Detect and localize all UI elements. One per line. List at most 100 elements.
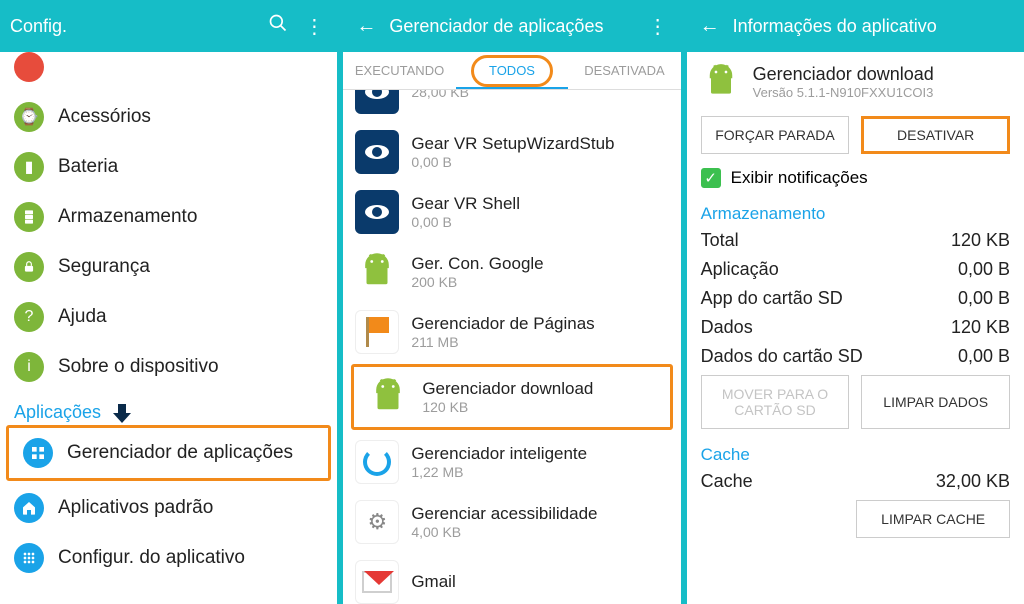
app-row-download-manager[interactable]: Gerenciador download 120 KB: [351, 364, 672, 430]
section-label-text: Aplicações: [14, 402, 101, 423]
list-item[interactable]: Armazenamento: [0, 192, 337, 242]
list-item[interactable]: Configur. do aplicativo: [0, 533, 337, 583]
app-icon: [355, 130, 399, 174]
storage-row: Aplicação 0,00 B: [687, 255, 1024, 284]
force-stop-button[interactable]: FORÇAR PARADA: [701, 116, 850, 154]
back-icon[interactable]: ←: [697, 15, 723, 38]
header: ← Gerenciador de aplicações ⋮: [343, 0, 680, 52]
lock-icon: [14, 252, 44, 282]
kv-val: 0,00 B: [958, 288, 1010, 309]
kv-val: 0,00 B: [958, 346, 1010, 367]
app-row[interactable]: 28,00 KB: [343, 90, 680, 122]
list-item[interactable]: ? Ajuda: [0, 292, 337, 342]
list-item-label: Armazenamento: [58, 206, 197, 228]
app-name: Gmail: [411, 572, 455, 592]
gmail-icon: [355, 560, 399, 604]
tab-all[interactable]: TODOS: [456, 52, 568, 89]
move-sd-button: MOVER PARA O CARTÃO SD: [701, 375, 850, 429]
card-icon: [14, 52, 44, 82]
list-item-label: Configur. do aplicativo: [58, 547, 245, 569]
list-item-label: Aplicativos padrão: [58, 497, 213, 519]
help-icon: ?: [14, 302, 44, 332]
app-name: Ger. Con. Google: [411, 254, 543, 274]
page-title: Config.: [10, 16, 255, 37]
home-icon: [14, 493, 44, 523]
kv-key: Dados: [701, 317, 753, 338]
app-name: Gear VR Shell: [411, 194, 520, 214]
spinner-icon: [355, 440, 399, 484]
kv-val: 120 KB: [951, 317, 1010, 338]
kv-key: App do cartão SD: [701, 288, 843, 309]
list-item-label: Ajuda: [58, 306, 107, 328]
list-item-label: Gerenciador de aplicações: [67, 442, 293, 464]
disable-button[interactable]: DESATIVAR: [861, 116, 1010, 154]
app-name: Gerenciar acessibilidade: [411, 504, 597, 524]
list-item-label: Segurança: [58, 256, 150, 278]
cache-row: Cache 32,00 KB: [687, 467, 1024, 496]
app-size: 200 KB: [411, 274, 543, 290]
app-list[interactable]: 28,00 KB Gear VR SetupWizardStub 0,00 B …: [343, 90, 680, 604]
kv-val: 32,00 KB: [936, 471, 1010, 492]
more-icon[interactable]: ⋮: [645, 14, 671, 39]
app-row[interactable]: Gerenciador inteligente 1,22 MB: [343, 432, 680, 492]
app-version: Versão 5.1.1-N910FXXU1COI3: [753, 85, 934, 100]
clear-cache-button[interactable]: LIMPAR CACHE: [856, 500, 1010, 538]
app-row[interactable]: ⚙ Gerenciar acessibilidade 4,00 KB: [343, 492, 680, 552]
app-size: 0,00 B: [411, 214, 520, 230]
list-item[interactable]: i Sobre o dispositivo: [0, 342, 337, 392]
app-row[interactable]: Gear VR Shell 0,00 B: [343, 182, 680, 242]
app-row[interactable]: Gerenciador de Páginas 211 MB: [343, 302, 680, 362]
notifications-toggle[interactable]: ✓ Exibir notificações: [687, 164, 1024, 198]
kv-key: Total: [701, 230, 739, 251]
app-row[interactable]: Gear VR SetupWizardStub 0,00 B: [343, 122, 680, 182]
list-item-label: Bateria: [58, 156, 118, 178]
app-icon: [355, 190, 399, 234]
kv-key: Dados do cartão SD: [701, 346, 863, 367]
list-item[interactable]: Aplicativos padrão: [0, 483, 337, 533]
storage-icon: [14, 202, 44, 232]
info-icon: i: [14, 352, 44, 382]
list-item[interactable]: Segurança: [0, 242, 337, 292]
app-info-panel: ← Informações do aplicativo Gerenciador …: [687, 0, 1024, 604]
cache-section-label: Cache: [687, 439, 1024, 467]
tabs: EXECUTANDO TODOS DESATIVADA: [343, 52, 680, 90]
settings-list: ⌚ Acessórios ▮ Bateria Armazenamento Seg…: [0, 52, 337, 604]
page-title: Informações do aplicativo: [733, 16, 1014, 37]
android-icon: [355, 250, 399, 294]
list-item[interactable]: [0, 52, 337, 92]
kv-val: 120 KB: [951, 230, 1010, 251]
clear-data-button[interactable]: LIMPAR DADOS: [861, 375, 1010, 429]
storage-section-label: Armazenamento: [687, 198, 1024, 226]
storage-row: Total 120 KB: [687, 226, 1024, 255]
app-size: 1,22 MB: [411, 464, 587, 480]
app-size: 28,00 KB: [411, 90, 469, 100]
list-item-label: Acessórios: [58, 106, 151, 128]
app-row[interactable]: Ger. Con. Google 200 KB: [343, 242, 680, 302]
kv-val: 0,00 B: [958, 259, 1010, 280]
android-icon: [366, 375, 410, 419]
app-size: 0,00 B: [411, 154, 614, 170]
storage-row: Dados 120 KB: [687, 313, 1024, 342]
list-item-app-manager[interactable]: Gerenciador de aplicações: [6, 425, 331, 481]
tab-disabled[interactable]: DESATIVADA: [568, 52, 680, 89]
app-row[interactable]: Gmail: [343, 552, 680, 604]
back-icon[interactable]: ←: [353, 15, 379, 38]
app-name: Gear VR SetupWizardStub: [411, 134, 614, 154]
app-header: Gerenciador download Versão 5.1.1-N910FX…: [687, 52, 1024, 112]
tab-label: TODOS: [489, 63, 535, 78]
search-icon[interactable]: [265, 13, 291, 39]
app-size: 4,00 KB: [411, 524, 597, 540]
list-item[interactable]: ⌚ Acessórios: [0, 92, 337, 142]
more-icon[interactable]: ⋮: [301, 14, 327, 39]
header: ← Informações do aplicativo: [687, 0, 1024, 52]
apps-icon: [14, 543, 44, 573]
tab-running[interactable]: EXECUTANDO: [343, 52, 455, 89]
list-item[interactable]: ▮ Bateria: [0, 142, 337, 192]
grid-icon: [23, 438, 53, 468]
settings-panel: Config. ⋮ ⌚ Acessórios ▮ Bateria Armazen…: [0, 0, 337, 604]
app-size: 211 MB: [411, 334, 594, 350]
header: Config. ⋮: [0, 0, 337, 52]
checkbox-checked-icon: ✓: [701, 168, 721, 188]
storage-row: App do cartão SD 0,00 B: [687, 284, 1024, 313]
checkbox-label: Exibir notificações: [731, 168, 868, 188]
